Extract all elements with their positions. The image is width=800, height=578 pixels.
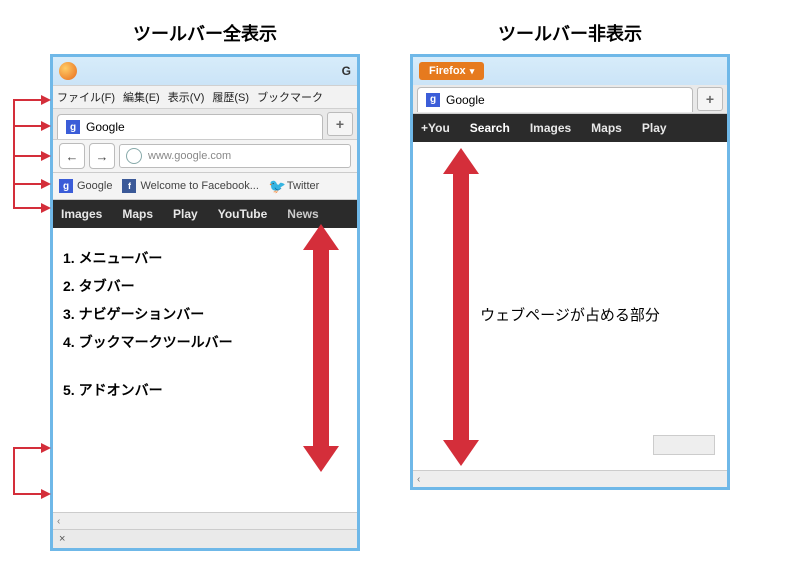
bookmark-label: Twitter — [287, 180, 319, 192]
new-tab-button[interactable]: + — [697, 87, 723, 111]
back-button[interactable]: ← — [59, 143, 85, 169]
new-tab-button[interactable]: + — [327, 112, 353, 136]
blackbar-item[interactable]: YouTube — [218, 207, 268, 221]
menu-item[interactable]: 編集(E) — [123, 89, 160, 105]
blackbar-item[interactable]: Play — [173, 207, 198, 221]
blackbar-item[interactable]: Images — [61, 207, 102, 221]
page-content: 1. メニューバー 2. タブバー 3. ナビゲーションバー 4. ブックマーク… — [53, 228, 357, 512]
blackbar-item[interactable]: Search — [470, 121, 510, 135]
bookmark-item[interactable]: 🐦 Twitter — [269, 179, 319, 193]
tabbar: g Google + — [413, 85, 727, 114]
google-favicon-icon: g — [59, 179, 73, 193]
search-field-placeholder[interactable] — [653, 435, 715, 455]
bookmark-item[interactable]: g Google — [59, 179, 112, 193]
facebook-favicon-icon: f — [122, 179, 136, 193]
bookmarks-toolbar: g Google f Welcome to Facebook... 🐦 Twit… — [53, 173, 357, 200]
menu-item[interactable]: ブックマーク — [257, 89, 323, 105]
twitter-favicon-icon: 🐦 — [269, 179, 283, 193]
vertical-arrow-icon — [313, 248, 329, 448]
menubar[interactable]: ファイル(F) 編集(E) 表示(V) 履歴(S) ブックマーク — [53, 85, 357, 109]
addonbar-close-icon[interactable]: × — [59, 533, 65, 545]
horizontal-scrollbar[interactable]: ‹ — [53, 512, 357, 529]
annotation: 5. アドオンバー — [63, 380, 347, 400]
titlebar: G — [53, 57, 357, 85]
google-black-bar: +You Search Images Maps Play — [413, 114, 727, 142]
tab-label: Google — [446, 93, 485, 107]
firefox-icon — [59, 62, 77, 80]
forward-button[interactable]: → — [89, 143, 115, 169]
tab-google[interactable]: g Google — [417, 87, 693, 112]
url-text: www.google.com — [148, 150, 231, 162]
titlebar-letter: G — [342, 64, 351, 78]
window-full-toolbars: G ファイル(F) 編集(E) 表示(V) 履歴(S) ブックマーク g Goo… — [50, 54, 360, 551]
bookmark-label: Google — [77, 180, 112, 192]
titlebar: Firefox — [413, 57, 727, 85]
page-content: ウェブページが占める部分 ‹ — [413, 142, 727, 487]
bookmark-label: Welcome to Facebook... — [140, 180, 258, 192]
annotation: 4. ブックマークツールバー — [63, 332, 347, 352]
blackbar-item[interactable]: Play — [642, 121, 667, 135]
navbar: ← → www.google.com — [53, 140, 357, 173]
annotation: 3. ナビゲーションバー — [63, 304, 347, 324]
google-favicon-icon: g — [426, 93, 440, 107]
menu-item[interactable]: 表示(V) — [168, 89, 205, 105]
tabbar: g Google + — [53, 109, 357, 140]
heading-left: ツールバー全表示 — [133, 20, 277, 46]
menu-item[interactable]: 履歴(S) — [212, 89, 249, 105]
tab-google[interactable]: g Google — [57, 114, 323, 139]
google-favicon-icon: g — [66, 120, 80, 134]
annotation: 2. タブバー — [63, 276, 347, 296]
addon-bar[interactable]: × — [53, 529, 357, 548]
scroll-left-icon[interactable]: ‹ — [57, 516, 60, 527]
bookmark-item[interactable]: f Welcome to Facebook... — [122, 179, 258, 193]
blackbar-item[interactable]: News — [287, 207, 318, 221]
vertical-arrow-icon — [453, 172, 469, 442]
annotation: 1. メニューバー — [63, 248, 347, 268]
tab-label: Google — [86, 120, 125, 134]
content-caption: ウェブページが占める部分 — [480, 304, 660, 325]
blackbar-item[interactable]: Maps — [591, 121, 622, 135]
window-no-toolbars: Firefox g Google + +You Search Images Ma… — [410, 54, 730, 490]
url-input[interactable]: www.google.com — [119, 144, 351, 168]
blackbar-item[interactable]: Images — [530, 121, 571, 135]
horizontal-scrollbar[interactable]: ‹ — [413, 470, 727, 487]
globe-icon — [126, 148, 142, 164]
scroll-left-icon[interactable]: ‹ — [417, 474, 420, 485]
bracket-arrows — [11, 87, 51, 578]
heading-right: ツールバー非表示 — [498, 20, 642, 46]
menu-item[interactable]: ファイル(F) — [57, 89, 115, 105]
blackbar-item[interactable]: Maps — [122, 207, 153, 221]
firefox-menu-button[interactable]: Firefox — [419, 62, 484, 80]
blackbar-item[interactable]: +You — [421, 121, 450, 135]
